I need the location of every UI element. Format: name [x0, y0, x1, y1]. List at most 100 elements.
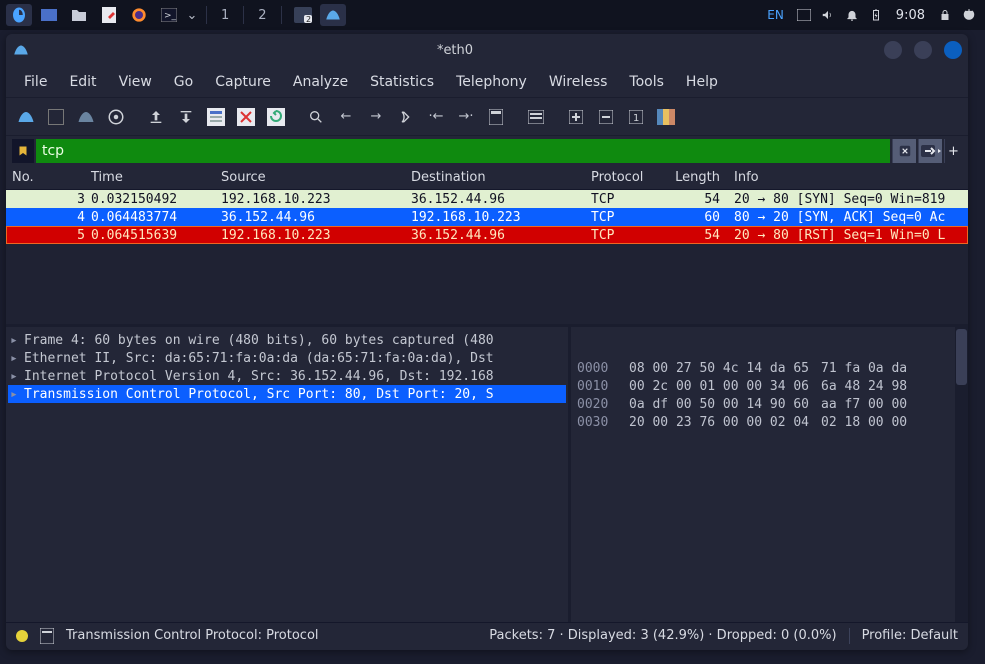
filter-apply-icon[interactable]: [918, 139, 942, 163]
lock-icon[interactable]: [935, 5, 955, 25]
packet-bytes[interactable]: 000008 00 27 50 4c 14 da 6571 fa 0a da00…: [571, 327, 968, 622]
toolbar: ← → ·← →· 1: [6, 98, 968, 136]
statusbar: Transmission Control Protocol: Protocol …: [6, 622, 968, 648]
hex-scrollbar[interactable]: [955, 327, 968, 622]
menu-edit[interactable]: Edit: [59, 70, 106, 94]
close-button[interactable]: [944, 41, 962, 59]
search-icon[interactable]: [302, 103, 330, 131]
restart-capture-icon[interactable]: [72, 103, 100, 131]
firefox-icon[interactable]: [126, 4, 152, 26]
zoom-in-icon[interactable]: [562, 103, 590, 131]
packet-details[interactable]: ▸Frame 4: 60 bytes on wire (480 bits), 6…: [6, 327, 571, 622]
packet-row[interactable]: 30.032150492192.168.10.22336.152.44.96TC…: [6, 190, 968, 208]
workspace-1[interactable]: 1: [215, 8, 235, 23]
notifications-icon[interactable]: [842, 5, 862, 25]
filter-bar: +: [6, 136, 968, 166]
prev-packet-icon[interactable]: ←: [332, 103, 360, 131]
open-file-icon[interactable]: [142, 103, 170, 131]
status-profile[interactable]: Profile: Default: [862, 628, 958, 643]
menu-capture[interactable]: Capture: [205, 70, 281, 94]
svg-text:1: 1: [633, 113, 639, 124]
detail-row[interactable]: ▸Ethernet II, Src: da:65:71:fa:0a:da (da…: [8, 349, 566, 367]
menu-telephony[interactable]: Telephony: [446, 70, 537, 94]
col-header-len[interactable]: Length: [671, 170, 726, 185]
col-header-time[interactable]: Time: [91, 170, 221, 185]
wireshark-task-icon[interactable]: [320, 4, 346, 26]
menu-wireless[interactable]: Wireless: [539, 70, 618, 94]
workspace-2[interactable]: 2: [252, 8, 272, 23]
clock[interactable]: 9:08: [890, 8, 931, 23]
titlebar[interactable]: *eth0: [6, 34, 968, 66]
expand-arrow-icon[interactable]: ▸: [8, 333, 24, 348]
menubar: File Edit View Go Capture Analyze Statis…: [6, 66, 968, 98]
menu-help[interactable]: Help: [676, 70, 728, 94]
status-packet-count: Packets: 7 · Displayed: 3 (42.9%) · Drop…: [489, 628, 836, 643]
packet-list[interactable]: No. Time Source Destination Protocol Len…: [6, 166, 968, 324]
terminal-icon[interactable]: >_: [156, 4, 182, 26]
go-last-icon[interactable]: →·: [452, 103, 480, 131]
jump-icon[interactable]: [392, 103, 420, 131]
col-header-no[interactable]: No.: [6, 170, 91, 185]
keyboard-lang[interactable]: EN: [761, 8, 790, 22]
packet-row[interactable]: 50.064515639192.168.10.22336.152.44.96TC…: [6, 226, 968, 244]
workspace-switcher-icon[interactable]: [794, 5, 814, 25]
detail-row[interactable]: ▸Internet Protocol Version 4, Src: 36.15…: [8, 367, 566, 385]
packet-list-header[interactable]: No. Time Source Destination Protocol Len…: [6, 166, 968, 190]
packet-row[interactable]: 40.06448377436.152.44.96192.168.10.223TC…: [6, 208, 968, 226]
app-icon: [12, 41, 30, 59]
menu-tools[interactable]: Tools: [619, 70, 674, 94]
terminal-dropdown-icon[interactable]: ⌄: [186, 4, 198, 26]
battery-icon[interactable]: [866, 5, 886, 25]
start-capture-icon[interactable]: [12, 103, 40, 131]
hex-line[interactable]: 003020 00 23 76 00 00 02 0402 18 00 00: [577, 415, 962, 433]
filter-clear-icon[interactable]: [892, 139, 916, 163]
menu-analyze[interactable]: Analyze: [283, 70, 358, 94]
capture-options-icon[interactable]: [102, 103, 130, 131]
find-packet-icon[interactable]: [262, 103, 290, 131]
col-header-info[interactable]: Info: [726, 170, 968, 185]
save-file-icon[interactable]: [172, 103, 200, 131]
go-first-icon[interactable]: ·←: [422, 103, 450, 131]
system-taskbar: >_ ⌄ 1 2 2 EN 9:08: [0, 0, 985, 30]
col-header-proto[interactable]: Protocol: [591, 170, 671, 185]
filter-bookmark-icon[interactable]: [12, 139, 34, 163]
hex-scrollbar-thumb[interactable]: [956, 329, 967, 385]
menu-view[interactable]: View: [109, 70, 162, 94]
app-menu-icon[interactable]: [6, 4, 32, 26]
hex-line[interactable]: 000008 00 27 50 4c 14 da 6571 fa 0a da: [577, 361, 962, 379]
display-filter-input[interactable]: [36, 139, 890, 163]
menu-file[interactable]: File: [14, 70, 57, 94]
detail-row[interactable]: ▸Frame 4: 60 bytes on wire (480 bits), 6…: [8, 331, 566, 349]
minimize-button[interactable]: [884, 41, 902, 59]
expand-arrow-icon[interactable]: ▸: [8, 387, 24, 402]
stop-capture-icon[interactable]: [42, 103, 70, 131]
col-header-dst[interactable]: Destination: [411, 170, 591, 185]
expand-arrow-icon[interactable]: ▸: [8, 351, 24, 366]
capture-file-props-icon[interactable]: [40, 628, 54, 644]
detail-row[interactable]: ▸Transmission Control Protocol, Src Port…: [8, 385, 566, 403]
maximize-button[interactable]: [914, 41, 932, 59]
task-window-icon[interactable]: 2: [290, 4, 316, 26]
expand-arrow-icon[interactable]: ▸: [8, 369, 24, 384]
resize-columns-icon[interactable]: [652, 103, 680, 131]
files-icon[interactable]: [66, 4, 92, 26]
window-list-icon[interactable]: [36, 4, 62, 26]
menu-go[interactable]: Go: [164, 70, 203, 94]
power-icon[interactable]: [959, 5, 979, 25]
menu-statistics[interactable]: Statistics: [360, 70, 444, 94]
hex-line[interactable]: 00200a df 00 50 00 14 90 60aa f7 00 00: [577, 397, 962, 415]
filter-add-icon[interactable]: +: [944, 139, 962, 163]
editor-icon[interactable]: [96, 4, 122, 26]
next-packet-icon[interactable]: →: [362, 103, 390, 131]
reload-icon[interactable]: [232, 103, 260, 131]
zoom-reset-icon[interactable]: 1: [622, 103, 650, 131]
zoom-out-icon[interactable]: [592, 103, 620, 131]
volume-icon[interactable]: [818, 5, 838, 25]
colorize-icon[interactable]: [522, 103, 550, 131]
close-file-icon[interactable]: [202, 103, 230, 131]
auto-scroll-icon[interactable]: [482, 103, 510, 131]
col-header-src[interactable]: Source: [221, 170, 411, 185]
expert-info-icon[interactable]: [16, 630, 28, 642]
svg-text:>_: >_: [164, 11, 177, 21]
hex-line[interactable]: 001000 2c 00 01 00 00 34 066a 48 24 98: [577, 379, 962, 397]
